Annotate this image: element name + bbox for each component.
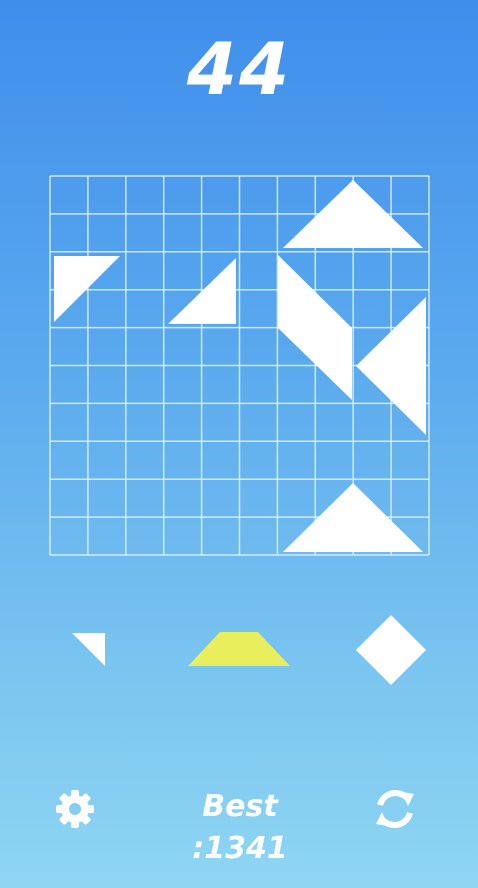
- best-value: 1341: [204, 831, 288, 866]
- tray-trapezoid-piece[interactable]: [188, 632, 290, 666]
- best-score: Best :1341: [150, 786, 330, 870]
- refresh-icon: [376, 790, 414, 828]
- tray-diamond-piece[interactable]: [356, 615, 426, 685]
- tray-small-triangle-piece[interactable]: [72, 633, 105, 666]
- game-board[interactable]: [0, 0, 478, 600]
- settings-button[interactable]: [54, 788, 96, 830]
- restart-button[interactable]: [372, 786, 418, 832]
- gear-icon: [56, 790, 94, 828]
